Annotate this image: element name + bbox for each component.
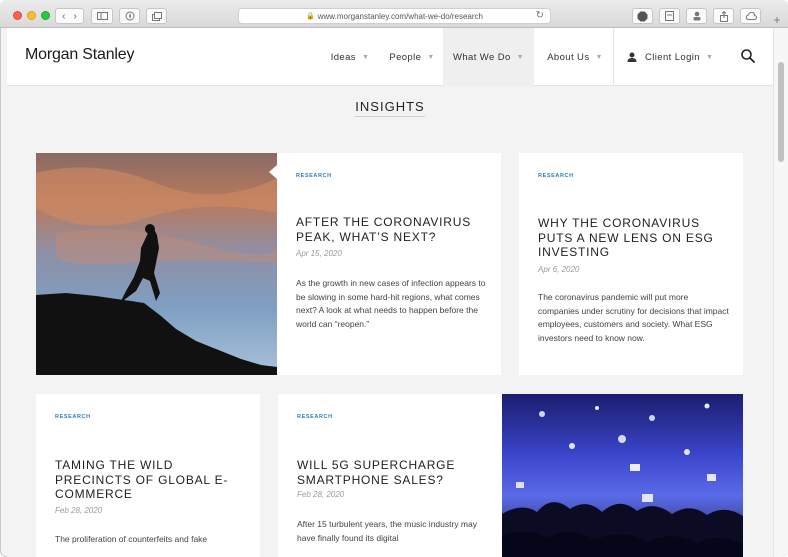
new-tab-plus-icon[interactable]: + — [770, 13, 784, 27]
nav-item-label: About Us — [547, 51, 590, 63]
sidebar-toggle-button[interactable] — [91, 8, 113, 24]
article-card-1[interactable]: RESEARCH AFTER THE CORONAVIRUS PEAK, WHA… — [277, 153, 501, 375]
browser-window: ‹ › 🔒 www.morganstanley.com/what-we-do/r… — [0, 0, 788, 557]
article-summary: The proliferation of counterfeits and fa… — [55, 534, 208, 544]
client-login-label: Client Login — [645, 51, 700, 63]
hiker-silhouette-image — [36, 153, 277, 375]
minimize-window-button[interactable] — [27, 11, 36, 20]
document-icon — [665, 11, 674, 21]
back-arrow-icon[interactable]: ‹ — [62, 11, 65, 22]
share-button[interactable] — [713, 8, 734, 24]
insights-section: INSIGHTS RESEARCH AFTER THE CORONAVIRUS … — [7, 87, 773, 557]
search-icon[interactable] — [740, 48, 756, 64]
section-title: INSIGHTS — [7, 99, 773, 117]
article-title[interactable]: TAMING THE WILD PRECINCTS OF GLOBAL E-CO… — [55, 458, 245, 502]
forward-arrow-icon[interactable]: › — [74, 11, 77, 22]
scrollbar-thumb[interactable] — [778, 62, 784, 162]
card-pointer — [269, 165, 277, 179]
shortcuts-button[interactable] — [119, 8, 140, 24]
nav-item-what-we-do[interactable]: What We Do ▼ — [443, 28, 534, 86]
reload-icon[interactable]: ↻ — [536, 10, 544, 21]
close-window-button[interactable] — [13, 11, 22, 20]
article-card-3[interactable]: RESEARCH TAMING THE WILD PRECINCTS OF GL… — [36, 394, 260, 557]
share-icon — [719, 10, 728, 22]
extension-abp-button[interactable] — [632, 8, 653, 24]
user-icon — [627, 52, 637, 62]
tab-overview-button[interactable] — [146, 8, 167, 24]
address-bar[interactable]: 🔒 www.morganstanley.com/what-we-do/resea… — [238, 8, 551, 24]
chevron-down-icon: ▼ — [705, 53, 714, 61]
article-summary: After 15 turbulent years, the music indu… — [297, 519, 477, 543]
article-tag: RESEARCH — [55, 414, 91, 420]
nav-item-ideas[interactable]: Ideas ▼ — [319, 28, 381, 86]
person-icon — [693, 11, 700, 21]
article-title[interactable]: WILL 5G SUPERCHARGE SMARTPHONE SALES? — [297, 458, 487, 487]
article-date: Feb 28, 2020 — [55, 506, 103, 515]
concert-crowd-image — [502, 394, 743, 557]
article-summary: The coronavirus pandemic will put more c… — [538, 292, 729, 343]
icloud-tabs-button[interactable] — [740, 8, 761, 24]
site-header: Morgan Stanley Ideas ▼ People ▼ What We Do… — [7, 28, 773, 86]
article-date: Apr 15, 2020 — [296, 249, 342, 258]
compass-icon — [125, 11, 134, 21]
article-tag: RESEARCH — [297, 414, 333, 420]
url-text: www.morganstanley.com/what-we-do/researc… — [317, 11, 483, 21]
back-forward-buttons[interactable]: ‹ › — [55, 8, 84, 24]
nav-item-label: Ideas — [330, 51, 356, 63]
extension-button-2[interactable] — [659, 8, 680, 24]
chevron-down-icon: ▼ — [516, 53, 525, 61]
nav-item-about-us[interactable]: About Us ▼ — [539, 28, 611, 86]
morgan-stanley-logo[interactable]: Morgan Stanley — [25, 46, 134, 64]
chevron-down-icon: ▼ — [595, 53, 603, 61]
chevron-down-icon: ▼ — [361, 53, 370, 61]
browser-toolbar: ‹ › 🔒 www.morganstanley.com/what-we-do/r… — [0, 0, 788, 28]
nav-item-people[interactable]: People ▼ — [381, 28, 443, 86]
maximize-window-button[interactable] — [41, 11, 50, 20]
article-image-hiker[interactable] — [36, 153, 277, 375]
extension-button-3[interactable] — [686, 8, 707, 24]
cloud-icon — [745, 12, 757, 20]
article-summary: As the growth in new cases of infection … — [296, 278, 486, 329]
tabs-icon — [151, 11, 162, 21]
lock-icon: 🔒 — [306, 13, 315, 20]
page-scrollbar[interactable] — [773, 28, 788, 557]
article-tag: RESEARCH — [538, 173, 574, 179]
nav-item-label: What We Do — [452, 51, 511, 63]
nav-divider — [613, 28, 614, 86]
article-card-2[interactable]: RESEARCH WHY THE CORONAVIRUS PUTS A NEW … — [519, 153, 743, 375]
article-image-crowd[interactable] — [502, 394, 743, 557]
article-card-4[interactable]: RESEARCH WILL 5G SUPERCHARGE SMARTPHONE … — [278, 394, 502, 557]
client-login-button[interactable]: Client Login ▼ — [627, 28, 727, 86]
article-date: Feb 28, 2020 — [297, 490, 345, 499]
sidebar-icon — [96, 12, 108, 20]
article-tag: RESEARCH — [296, 173, 332, 179]
article-title[interactable]: WHY THE CORONAVIRUS PUTS A NEW LENS ON E… — [538, 216, 728, 260]
article-title[interactable]: AFTER THE CORONAVIRUS PEAK, WHAT’S NEXT? — [296, 215, 486, 244]
nav-item-label: People — [389, 51, 422, 63]
article-date: Apr 6, 2020 — [538, 265, 580, 274]
ad-block-icon — [637, 11, 648, 21]
chevron-down-icon: ▼ — [427, 53, 435, 61]
